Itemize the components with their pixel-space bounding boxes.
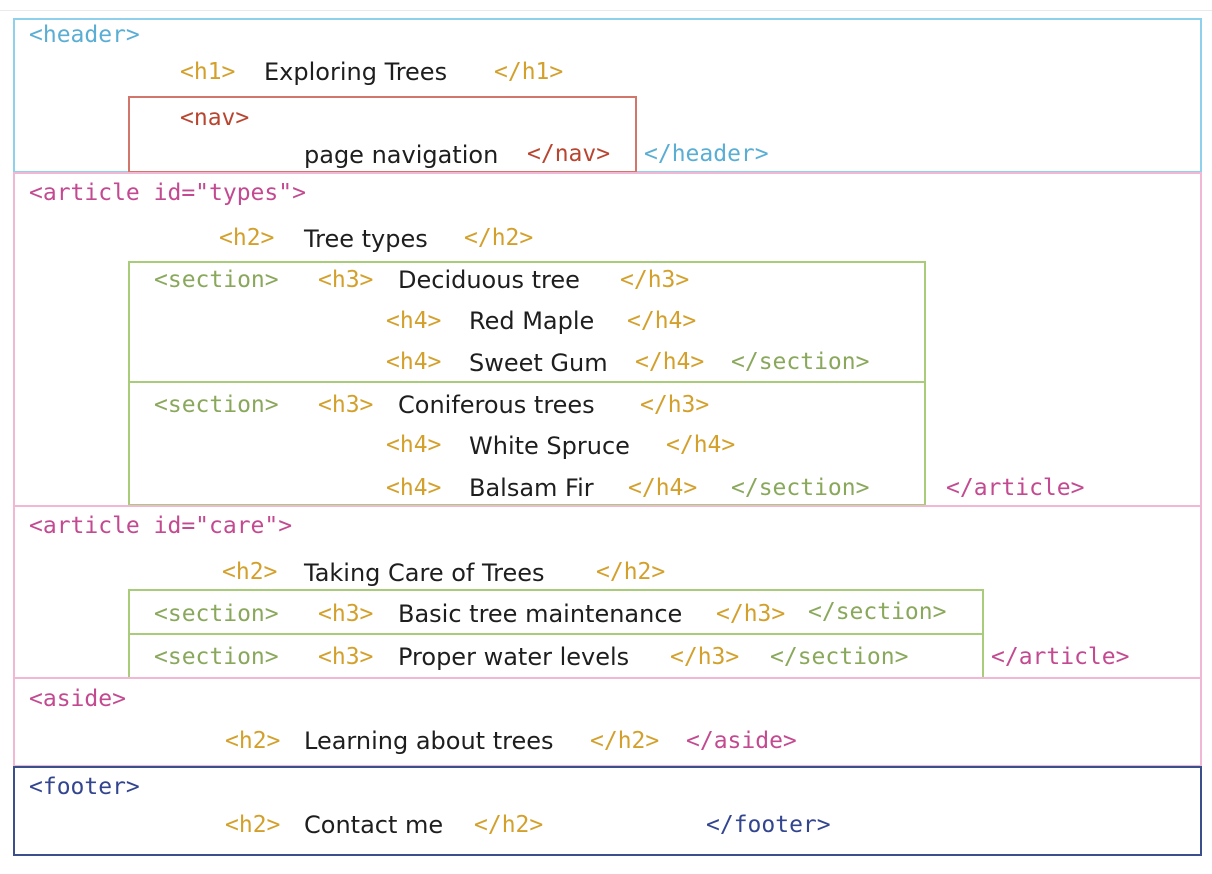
care-h2-open-tag: <h2> bbox=[222, 559, 278, 585]
h4-close-tag: </h4> bbox=[628, 475, 698, 501]
section-close-tag: </section> bbox=[808, 599, 947, 625]
h4-close-tag: </h4> bbox=[666, 432, 736, 458]
header-open-tag: <header> bbox=[29, 22, 140, 48]
aside-h2-text: Learning about trees bbox=[304, 727, 554, 755]
article-types-close-tag: </article> bbox=[946, 475, 1085, 501]
care-h2-close-tag: </h2> bbox=[596, 559, 666, 585]
h3-open-tag: <h3> bbox=[318, 392, 374, 418]
section-close-tag: </section> bbox=[731, 349, 870, 375]
h3-close-tag: </h3> bbox=[716, 601, 786, 627]
aside-open-tag: <aside> bbox=[29, 686, 126, 712]
h4-open-tag: <h4> bbox=[386, 432, 442, 458]
html5-semantic-structure-diagram: <header> <h1> Exploring Trees </h1> <nav… bbox=[0, 0, 1212, 874]
footer-box bbox=[13, 766, 1202, 856]
h4-text-sweet-gum: Sweet Gum bbox=[469, 349, 608, 377]
types-h2-text: Tree types bbox=[304, 225, 428, 253]
header-close-tag: </header> bbox=[644, 141, 769, 167]
article-types-open-tag: <article id="types"> bbox=[29, 180, 306, 206]
nav-text: page navigation bbox=[304, 141, 499, 169]
footer-open-tag: <footer> bbox=[29, 774, 140, 800]
h3-open-tag: <h3> bbox=[318, 644, 374, 670]
nav-open-tag: <nav> bbox=[180, 105, 250, 131]
footer-h2-open-tag: <h2> bbox=[225, 812, 281, 838]
h4-text-red-maple: Red Maple bbox=[469, 307, 595, 335]
h4-open-tag: <h4> bbox=[386, 349, 442, 375]
h3-close-tag: </h3> bbox=[670, 644, 740, 670]
footer-h2-close-tag: </h2> bbox=[474, 812, 544, 838]
h3-close-tag: </h3> bbox=[640, 392, 710, 418]
aside-h2-open-tag: <h2> bbox=[225, 728, 281, 754]
section-open-tag: <section> bbox=[154, 392, 279, 418]
section-open-tag: <section> bbox=[154, 601, 279, 627]
footer-h2-text: Contact me bbox=[304, 811, 444, 839]
h4-close-tag: </h4> bbox=[635, 349, 705, 375]
aside-close-tag: </aside> bbox=[686, 728, 797, 754]
h3-text-coniferous: Coniferous trees bbox=[398, 391, 595, 419]
types-h2-close-tag: </h2> bbox=[464, 225, 534, 251]
section-open-tag: <section> bbox=[154, 267, 279, 293]
h4-text-white-spruce: White Spruce bbox=[469, 432, 630, 460]
h3-close-tag: </h3> bbox=[620, 267, 690, 293]
h3-text-maintenance: Basic tree maintenance bbox=[398, 600, 683, 628]
h3-open-tag: <h3> bbox=[318, 601, 374, 627]
section-close-tag: </section> bbox=[731, 475, 870, 501]
h3-open-tag: <h3> bbox=[318, 267, 374, 293]
aside-h2-close-tag: </h2> bbox=[590, 728, 660, 754]
footer-close-tag: </footer> bbox=[706, 812, 831, 838]
section-close-tag: </section> bbox=[770, 644, 909, 670]
h1-text: Exploring Trees bbox=[264, 58, 448, 86]
nav-close-tag: </nav> bbox=[527, 141, 611, 167]
h4-text-balsam-fir: Balsam Fir bbox=[469, 474, 594, 502]
h1-open-tag: <h1> bbox=[180, 59, 236, 85]
h4-open-tag: <h4> bbox=[386, 308, 442, 334]
h3-text-deciduous: Deciduous tree bbox=[398, 266, 580, 294]
top-divider bbox=[0, 10, 1212, 11]
h1-close-tag: </h1> bbox=[494, 59, 564, 85]
care-h2-text: Taking Care of Trees bbox=[304, 559, 545, 587]
h4-open-tag: <h4> bbox=[386, 475, 442, 501]
section-open-tag: <section> bbox=[154, 644, 279, 670]
h3-text-water: Proper water levels bbox=[398, 643, 630, 671]
h4-close-tag: </h4> bbox=[627, 308, 697, 334]
article-care-close-tag: </article> bbox=[991, 644, 1130, 670]
article-care-open-tag: <article id="care"> bbox=[29, 513, 293, 539]
types-h2-open-tag: <h2> bbox=[219, 225, 275, 251]
